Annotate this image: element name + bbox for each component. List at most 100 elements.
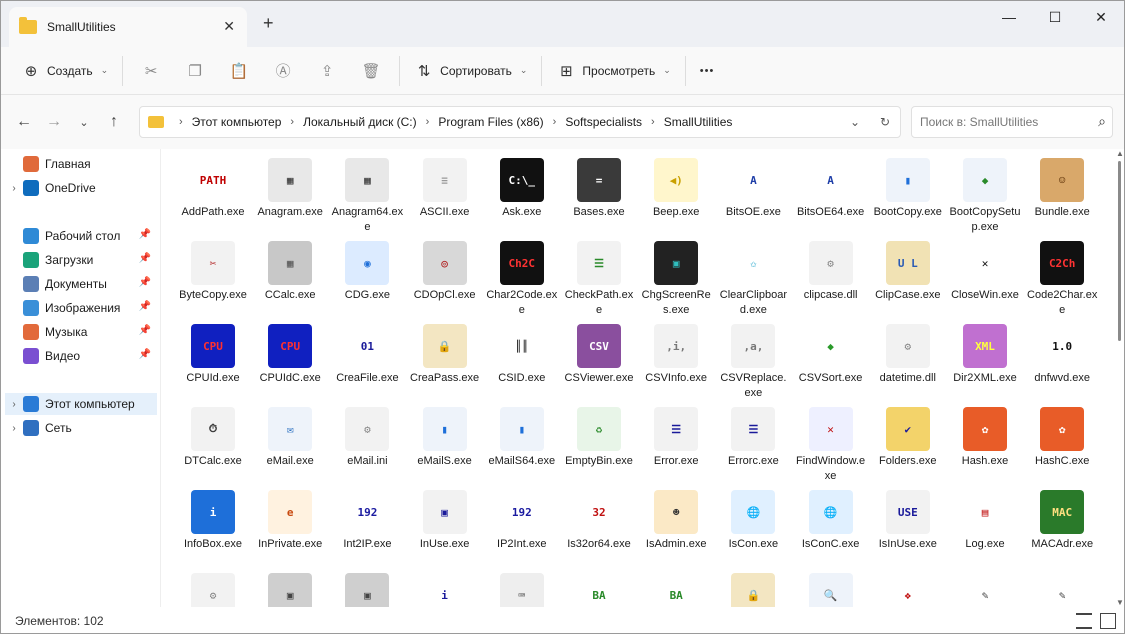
- breadcrumb-separator-icon[interactable]: ›: [651, 116, 655, 128]
- file-item[interactable]: ☰ Errorc.exe: [715, 398, 791, 480]
- file-item[interactable]: ⚙ clipcase.dll: [793, 232, 869, 314]
- file-item[interactable]: ║║ CSID.exe: [484, 315, 560, 397]
- file-item[interactable]: ⏱ DTCalc.exe: [175, 398, 251, 480]
- address-dropdown-icon[interactable]: ⌄: [840, 115, 870, 129]
- file-item[interactable]: ▣: [252, 564, 328, 607]
- file-item[interactable]: ▣ InUse.exe: [407, 481, 483, 563]
- file-item[interactable]: ▦ Anagram64.exe: [329, 149, 405, 233]
- file-item[interactable]: ☻ IsAdmin.exe: [638, 481, 714, 563]
- copy-button[interactable]: ❐: [173, 53, 217, 89]
- expand-chevron-icon[interactable]: ›: [5, 423, 23, 434]
- file-item[interactable]: PATH AddPath.exe: [175, 149, 251, 231]
- file-item[interactable]: Ch2C Char2Code.exe: [484, 232, 560, 316]
- file-item[interactable]: ✿ HashC.exe: [1024, 398, 1100, 480]
- breadcrumb-item[interactable]: SmallUtilities: [664, 115, 733, 129]
- file-item[interactable]: ▣: [329, 564, 405, 607]
- file-item[interactable]: ✿ Hash.exe: [947, 398, 1023, 480]
- paste-button[interactable]: 📋: [217, 53, 261, 89]
- file-item[interactable]: MAC MACAdr.exe: [1024, 481, 1100, 563]
- file-item[interactable]: ▮ BootCopy.exe: [870, 149, 946, 231]
- file-item[interactable]: ✩ ClearClipboard.exe: [715, 232, 791, 316]
- file-item[interactable]: i: [407, 564, 483, 607]
- file-item[interactable]: ✎: [1024, 564, 1100, 607]
- file-item[interactable]: ▮ eMailS64.exe: [484, 398, 560, 480]
- scroll-up-icon[interactable]: ▲: [1116, 149, 1124, 158]
- sort-button[interactable]: ⇅ Сортировать ⌄: [406, 53, 535, 89]
- file-item[interactable]: ✉ eMail.exe: [252, 398, 328, 480]
- file-item[interactable]: ▤ Log.exe: [947, 481, 1023, 563]
- scroll-down-icon[interactable]: ▼: [1116, 598, 1124, 607]
- file-item[interactable]: 192 IP2Int.exe: [484, 481, 560, 563]
- breadcrumb-item[interactable]: Softspecialists: [565, 115, 642, 129]
- file-item[interactable]: ☰ CheckPath.exe: [561, 232, 637, 316]
- rename-button[interactable]: Ⓐ: [261, 53, 305, 89]
- breadcrumb-item[interactable]: Program Files (x86): [438, 115, 543, 129]
- create-button[interactable]: ⊕ Создать ⌄: [13, 53, 116, 89]
- file-item[interactable]: ≡ ASCII.exe: [407, 149, 483, 231]
- up-button[interactable]: ↑: [99, 107, 129, 137]
- file-item[interactable]: ⚙ datetime.dll: [870, 315, 946, 397]
- file-item[interactable]: ◆ CSVSort.exe: [793, 315, 869, 397]
- large-icons-view-icon[interactable]: [1100, 613, 1116, 629]
- file-item[interactable]: ☰ Error.exe: [638, 398, 714, 480]
- file-item[interactable]: ◀) Beep.exe: [638, 149, 714, 231]
- file-item[interactable]: ✕ CloseWin.exe: [947, 232, 1023, 314]
- cut-button[interactable]: ✂: [129, 53, 173, 89]
- file-item[interactable]: ✕ FindWindow.exe: [793, 398, 869, 482]
- file-item[interactable]: ☺ Bundle.exe: [1024, 149, 1100, 231]
- file-item[interactable]: ❖: [870, 564, 946, 607]
- file-item[interactable]: CSV CSViewer.exe: [561, 315, 637, 397]
- file-item[interactable]: CPU CPUIdC.exe: [252, 315, 328, 397]
- file-item[interactable]: ⌨: [484, 564, 560, 607]
- sidebar-item[interactable]: Видео 📌: [5, 345, 157, 367]
- file-item[interactable]: e InPrivate.exe: [252, 481, 328, 563]
- breadcrumb-separator-icon[interactable]: ›: [553, 116, 557, 128]
- sidebar-item[interactable]: › Этот компьютер: [5, 393, 157, 415]
- sidebar-item[interactable]: › Сеть: [5, 417, 157, 439]
- search-icon[interactable]: ⌕: [1098, 113, 1106, 130]
- tab-smallutilities[interactable]: SmallUtilities ✕: [9, 7, 247, 47]
- breadcrumb-item[interactable]: Локальный диск (C:): [303, 115, 417, 129]
- breadcrumb-item[interactable]: Этот компьютер: [192, 115, 282, 129]
- expand-chevron-icon[interactable]: ›: [5, 183, 23, 194]
- maximize-button[interactable]: ☐: [1032, 1, 1078, 33]
- file-item[interactable]: ▦ CCalc.exe: [252, 232, 328, 314]
- file-item[interactable]: 1.0 dnfwvd.exe: [1024, 315, 1100, 397]
- file-item[interactable]: i InfoBox.exe: [175, 481, 251, 563]
- forward-button[interactable]: →: [39, 107, 69, 137]
- file-item[interactable]: ,a, CSVReplace.exe: [715, 315, 791, 399]
- file-item[interactable]: ▣ ChgScreenRes.exe: [638, 232, 714, 316]
- file-item[interactable]: ✂ ByteCopy.exe: [175, 232, 251, 314]
- recent-locations-button[interactable]: ⌄: [69, 107, 99, 137]
- file-item[interactable]: C:\_ Ask.exe: [484, 149, 560, 231]
- search-input[interactable]: Поиск в: SmallUtilities ⌕: [911, 106, 1113, 138]
- file-item[interactable]: BA: [638, 564, 714, 607]
- file-item[interactable]: 🔒 CreaPass.exe: [407, 315, 483, 397]
- sidebar-item[interactable]: Главная: [5, 153, 157, 175]
- file-item[interactable]: 🌐 IsCon.exe: [715, 481, 791, 563]
- more-options-button[interactable]: •••: [692, 53, 723, 89]
- file-item[interactable]: ✔ Folders.exe: [870, 398, 946, 480]
- scroll-thumb[interactable]: [1118, 161, 1121, 341]
- address-bar[interactable]: › Этот компьютер › Локальный диск (C:) › Prog…: [139, 106, 901, 138]
- file-item[interactable]: BA: [561, 564, 637, 607]
- file-item[interactable]: ◎ CDOpCl.exe: [407, 232, 483, 314]
- file-item[interactable]: ▮ eMailS.exe: [407, 398, 483, 480]
- refresh-icon[interactable]: ↻: [870, 115, 900, 129]
- file-item[interactable]: 🔒: [715, 564, 791, 607]
- file-item[interactable]: 🔍: [793, 564, 869, 607]
- file-item[interactable]: XML Dir2XML.exe: [947, 315, 1023, 397]
- file-item[interactable]: 🌐 IsConC.exe: [793, 481, 869, 563]
- file-item[interactable]: C2Ch Code2Char.exe: [1024, 232, 1100, 316]
- sidebar-item[interactable]: Документы 📌: [5, 273, 157, 295]
- expand-chevron-icon[interactable]: ›: [5, 399, 23, 410]
- minimize-button[interactable]: —: [986, 1, 1032, 33]
- file-item[interactable]: A BitsOE.exe: [715, 149, 791, 231]
- sidebar-item[interactable]: Загрузки 📌: [5, 249, 157, 271]
- vertical-scrollbar[interactable]: ▲ ▼: [1113, 149, 1124, 607]
- file-item[interactable]: ⚙ eMail.ini: [329, 398, 405, 480]
- file-item[interactable]: = Bases.exe: [561, 149, 637, 231]
- file-item[interactable]: ▦ Anagram.exe: [252, 149, 328, 231]
- file-item[interactable]: 32 Is32or64.exe: [561, 481, 637, 563]
- sidebar-item[interactable]: Изображения 📌: [5, 297, 157, 319]
